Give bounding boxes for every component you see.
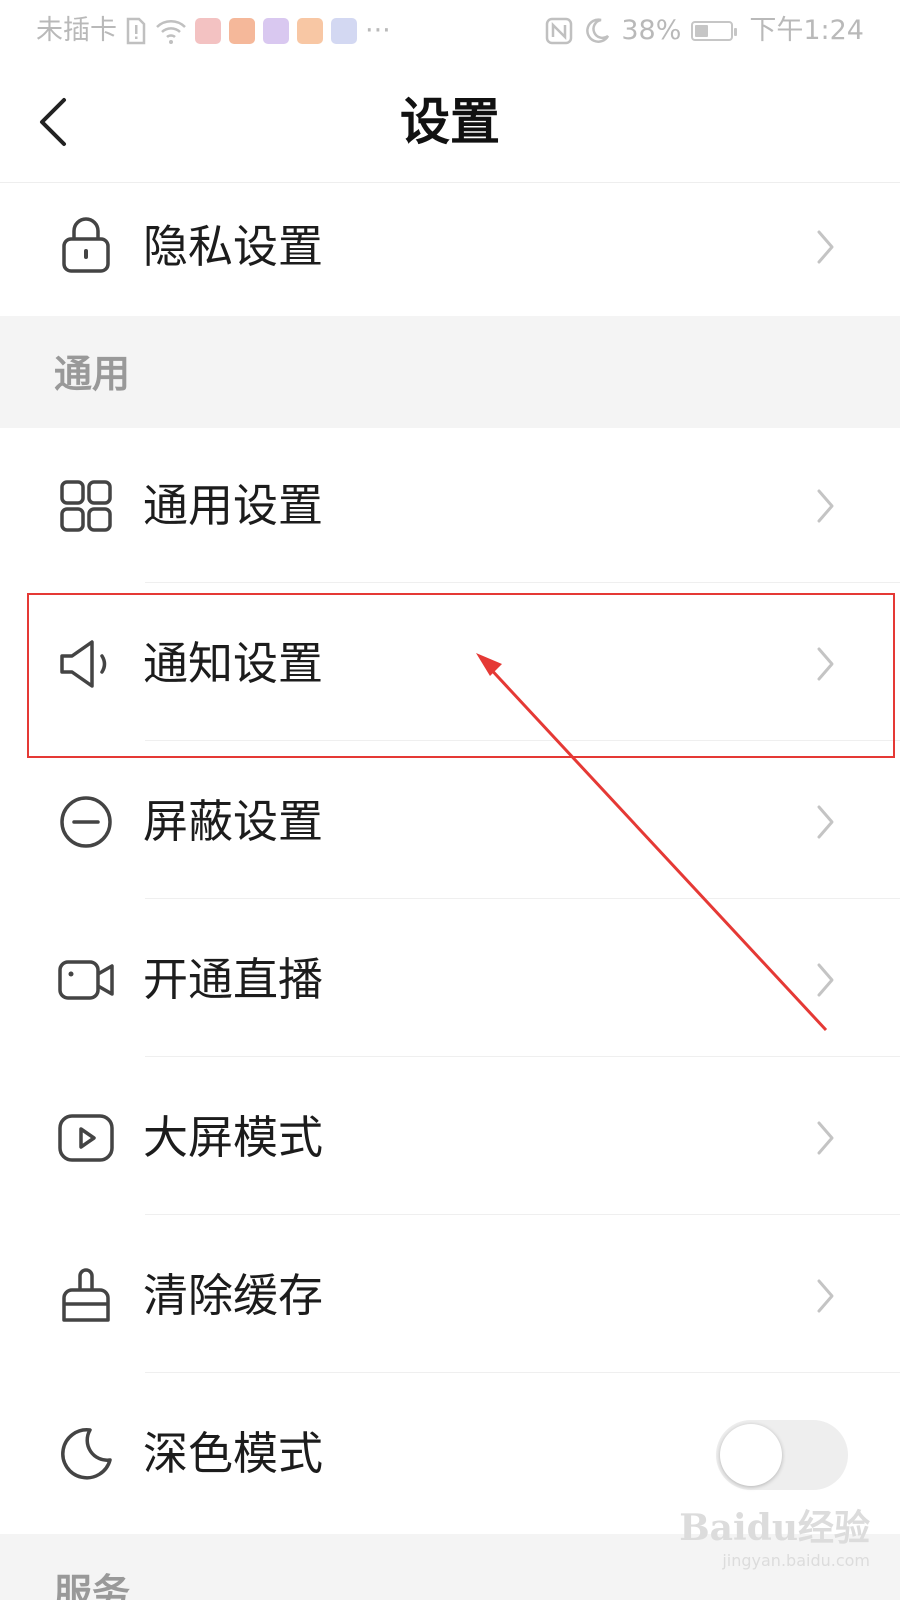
wifi-icon: [156, 20, 186, 44]
app-notification-icon: [331, 18, 357, 44]
chevron-right-icon: [817, 963, 834, 997]
battery-percent: 38%: [621, 15, 682, 46]
clear-cache-label: 清除缓存: [143, 1269, 324, 1322]
battery-icon: [691, 21, 738, 41]
general-settings-label: 通用设置: [143, 479, 324, 532]
live-stream-label: 开通直播: [143, 953, 324, 1006]
video-camera-icon: [58, 960, 114, 1000]
app-notification-icon: [263, 18, 289, 44]
section-general-title: 通用: [54, 352, 131, 396]
app-notification-icon: [297, 18, 323, 44]
do-not-disturb-moon-icon: [586, 18, 610, 43]
live-stream-row[interactable]: 开通直播: [0, 902, 900, 1057]
battery-fill: [695, 25, 709, 37]
page-title: 设置: [400, 93, 500, 151]
block-settings-row[interactable]: 屏蔽设置: [0, 744, 900, 899]
section-general-header: 通用: [0, 316, 900, 428]
section-services-title: 服务: [54, 1571, 131, 1600]
more-notifications: ···: [365, 15, 391, 46]
lock-icon: [62, 217, 110, 273]
row-divider: [145, 1214, 900, 1215]
annotation-highlight-box: [27, 593, 895, 758]
chevron-right-icon: [817, 1121, 834, 1155]
status-right: 38% 下午1:24: [545, 14, 864, 48]
nfc-icon: [546, 17, 573, 45]
privacy-settings-label: 隐私设置: [143, 220, 324, 273]
toggle-knob: [720, 1424, 782, 1486]
chevron-right-icon: [817, 805, 834, 839]
dark-mode-label: 深色模式: [143, 1427, 324, 1480]
clear-cache-row[interactable]: 清除缓存: [0, 1218, 900, 1373]
general-settings-row[interactable]: 通用设置: [0, 428, 900, 583]
clock: 下午1:24: [749, 15, 864, 46]
block-minus-circle-icon: [60, 796, 112, 848]
status-bar: 未插卡 ··· 38% 下午1:24: [0, 0, 900, 62]
row-divider: [145, 1372, 900, 1373]
screen: 未插卡 ··· 38% 下午1:24 设置 隐私设置 通用 通用设置 通知设置 …: [0, 0, 900, 1600]
row-divider: [145, 898, 900, 899]
broom-icon: [62, 1268, 110, 1322]
watermark-logo: Baidu经验: [679, 1507, 870, 1549]
app-header: 设置: [0, 62, 900, 183]
status-left: 未插卡 ···: [36, 14, 391, 48]
row-divider: [145, 582, 900, 583]
big-screen-mode-label: 大屏模式: [143, 1111, 324, 1164]
chevron-right-icon: [817, 230, 834, 264]
big-screen-mode-row[interactable]: 大屏模式: [0, 1060, 900, 1215]
grid-icon: [60, 480, 112, 532]
block-settings-label: 屏蔽设置: [143, 795, 324, 848]
moon-icon: [61, 1428, 112, 1480]
carrier-text: 未插卡: [36, 15, 117, 46]
watermark-url: jingyan.baidu.com: [722, 1551, 870, 1570]
sim-alert-icon: [126, 17, 146, 45]
baidu-watermark: Baidu经验 jingyan.baidu.com: [679, 1499, 870, 1570]
chevron-right-icon: [817, 489, 834, 523]
chevron-right-icon: [817, 1279, 834, 1313]
app-notification-icon: [195, 18, 221, 44]
app-notification-icon: [229, 18, 255, 44]
dark-mode-toggle[interactable]: [716, 1420, 848, 1490]
row-divider: [145, 1056, 900, 1057]
privacy-settings-row[interactable]: 隐私设置: [0, 183, 900, 316]
play-screen-icon: [58, 1114, 114, 1162]
